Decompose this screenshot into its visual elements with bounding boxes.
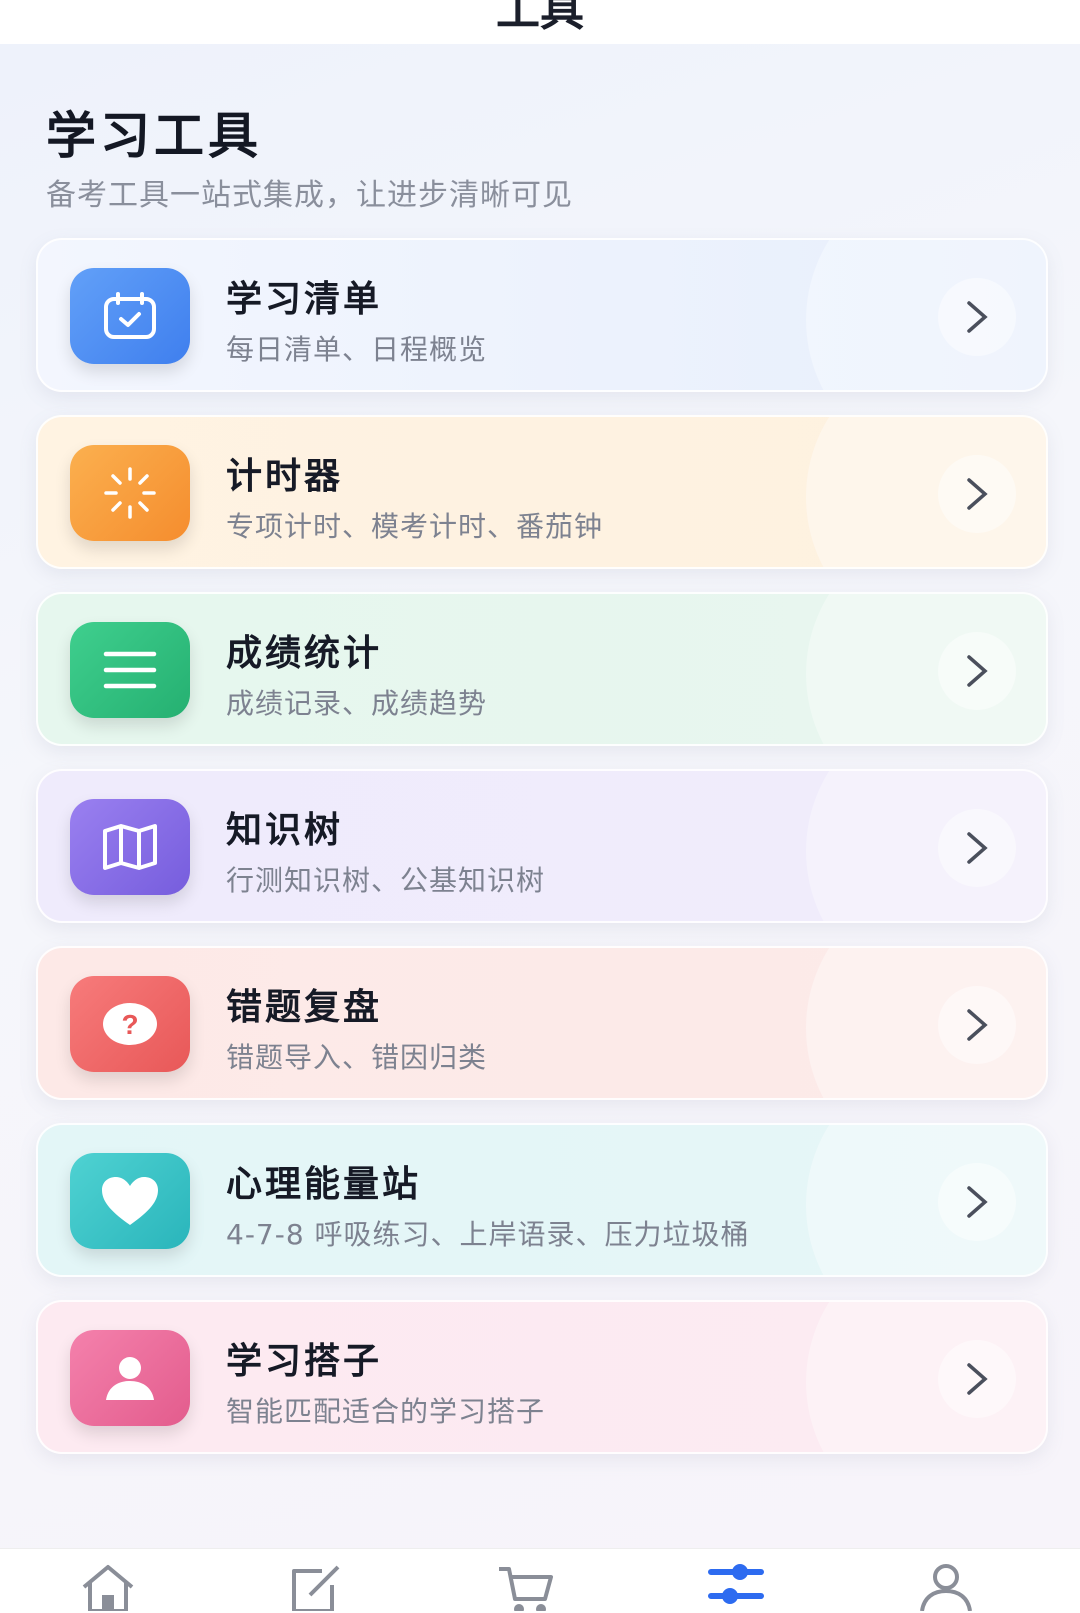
card-mental-energy[interactable]: 心理能量站 4-7-8 呼吸练习、上岸语录、压力垃圾桶	[36, 1123, 1048, 1277]
svg-text:?: ?	[121, 1009, 138, 1040]
nav-cart[interactable]	[496, 1563, 556, 1613]
card-desc: 行测知识树、公基知识树	[226, 864, 546, 897]
cart-icon	[499, 1567, 553, 1611]
page-subtitle: 备考工具一站式集成，让进步清晰可见	[46, 178, 573, 213]
bottom-nav	[0, 1548, 1080, 1613]
edit-icon	[292, 1565, 340, 1611]
nav-edit[interactable]	[286, 1563, 346, 1613]
card-desc: 专项计时、模考计时、番茄钟	[226, 510, 604, 543]
chevron-right-icon	[938, 986, 1016, 1064]
card-study-buddy[interactable]: 学习搭子 智能匹配适合的学习搭子	[36, 1300, 1048, 1454]
card-desc: 每日清单、日程概览	[226, 333, 488, 366]
calendar-check-icon	[70, 268, 190, 364]
sliders-icon	[708, 1564, 764, 1604]
person-icon	[70, 1330, 190, 1426]
heart-icon	[70, 1153, 190, 1249]
card-knowledge-tree[interactable]: 知识树 行测知识树、公基知识树	[36, 769, 1048, 923]
nav-profile[interactable]	[916, 1563, 976, 1613]
card-title: 成绩统计	[226, 633, 383, 674]
card-study-list[interactable]: 学习清单 每日清单、日程概览	[36, 238, 1048, 392]
nav-tools[interactable]	[706, 1563, 766, 1613]
chevron-right-icon	[938, 1340, 1016, 1418]
card-timer[interactable]: 计时器 专项计时、模考计时、番茄钟	[36, 415, 1048, 569]
chevron-right-icon	[938, 1163, 1016, 1241]
card-title: 知识树	[226, 810, 344, 851]
card-desc: 成绩记录、成绩趋势	[226, 687, 488, 720]
question-icon: ?	[70, 976, 190, 1072]
top-bar: 工具	[0, 0, 1080, 44]
chevron-right-icon	[938, 278, 1016, 356]
card-mistake-review[interactable]: ? 错题复盘 错题导入、错因归类	[36, 946, 1048, 1100]
card-title: 学习清单	[226, 279, 383, 320]
card-title: 错题复盘	[226, 987, 383, 1028]
main-content: 学习工具 备考工具一站式集成，让进步清晰可见 学习清单 每日清单、日程概览 计时…	[0, 44, 1080, 1548]
card-title: 计时器	[226, 456, 344, 497]
list-icon	[70, 622, 190, 718]
chevron-right-icon	[938, 632, 1016, 710]
user-icon	[920, 1564, 972, 1611]
timer-icon	[70, 445, 190, 541]
card-score-stats[interactable]: 成绩统计 成绩记录、成绩趋势	[36, 592, 1048, 746]
page-title: 学习工具	[46, 107, 262, 165]
card-title: 学习搭子	[226, 1341, 383, 1382]
header-title: 工具	[496, 0, 584, 36]
nav-home[interactable]	[78, 1563, 138, 1613]
home-icon	[82, 1565, 134, 1611]
chevron-right-icon	[938, 809, 1016, 887]
map-icon	[70, 799, 190, 895]
chevron-right-icon	[938, 455, 1016, 533]
card-desc: 4-7-8 呼吸练习、上岸语录、压力垃圾桶	[226, 1218, 750, 1251]
card-desc: 错题导入、错因归类	[226, 1041, 488, 1074]
card-title: 心理能量站	[226, 1164, 422, 1205]
card-desc: 智能匹配适合的学习搭子	[226, 1395, 546, 1428]
